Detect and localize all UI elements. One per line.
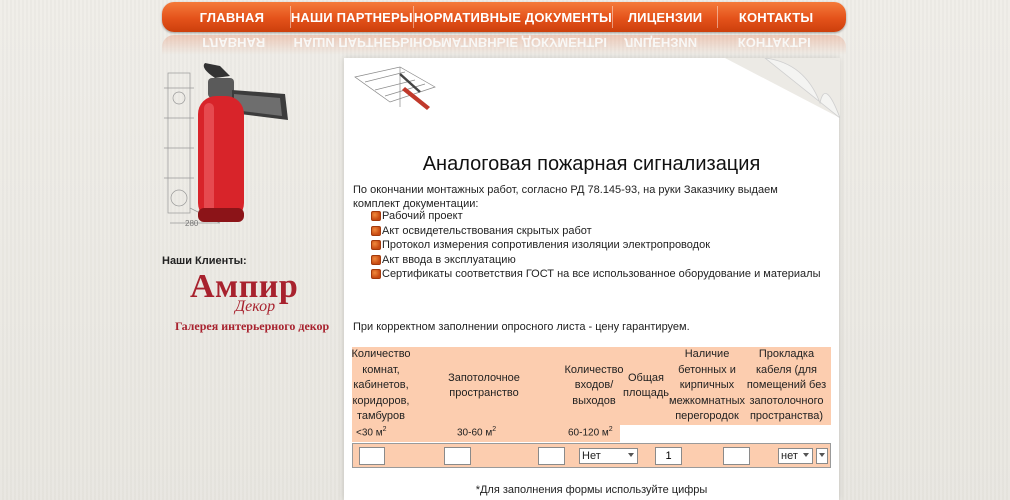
nav-reflect-partners: НАШИ ПАРТНЕРЫ [293,35,413,50]
area-range-1: <30 м2 [356,426,387,439]
document-item-label: Сертификаты соответствия ГОСТ на все исп… [382,268,821,281]
partitions-count-input[interactable] [655,447,682,465]
chevron-down-icon [803,453,809,457]
area-30-60-input[interactable] [444,447,471,465]
cable-laying-select-value: нет [781,450,798,462]
bullet-icon [371,254,381,265]
bullet-icon [371,240,381,251]
area-60-120-input[interactable] [538,447,565,465]
ceiling-space-select[interactable]: Нет [579,448,638,464]
document-item-label: Акт освидетельствования скрытых работ [382,224,592,237]
nav-reflect-home: ГЛАВНАЯ [202,35,266,50]
bullet-icon [371,269,381,280]
list-item: Рабочий проект [371,209,820,224]
header-ceiling-space: Запотолочное пространство [448,371,520,400]
bullet-icon [371,225,381,236]
area-range-3: 60-120 м2 [568,426,613,439]
nav-reflect-docs: НОРМАТИВНЫЕ ДОКУМЕНТЫ [413,35,607,50]
extra-select[interactable] [816,448,828,464]
documents-list: Рабочий проект Акт освидетельствования с… [371,209,820,282]
nav-normative-docs[interactable]: НОРМАТИВНЫЕ ДОКУМЕНТЫ [414,10,612,25]
nav-partners[interactable]: НАШИ ПАРТНЕРЫ [291,10,413,25]
clients-label: Наши Клиенты: [162,255,247,267]
intro-text: По окончании монтажных работ, согласно Р… [353,184,778,210]
rooms-count-input[interactable] [359,447,385,465]
area-ranges-row: <30 м2 30-60 м2 60-120 м2 [352,425,620,442]
area-range-2: 30-60 м2 [457,426,497,439]
document-item-label: Протокол измерения сопротивления изоляци… [382,239,711,252]
logo-sub-text: Декор [235,298,276,315]
header-cable-laying: Прокладка кабеля (для помещений без запо… [746,348,827,423]
drawing-dimension-label: 280 [185,219,199,228]
page-curl-decoration [725,58,840,118]
cable-laying-select[interactable]: нет [778,448,813,464]
total-area-input[interactable] [723,447,750,465]
form-inputs-row: Нет нет [352,443,831,468]
nav-home[interactable]: ГЛАВНАЯ [174,10,290,25]
nav-contacts[interactable]: КОНТАКТЫ [718,10,834,25]
client-logo-ampir-decor[interactable]: Ампир Декор Галерея интерьерного декор [175,268,329,338]
nav-reflect-contacts: КОНТАКТЫ [737,35,811,50]
list-item: Акт ввода в эксплуатацию [371,253,820,268]
questionnaire-form: Количество комнат, кабинетов, коридоров,… [351,347,831,468]
list-item: Акт освидетельствования скрытых работ [371,224,820,239]
header-total-area: Общая площадь [623,371,669,400]
guarantee-text: При корректном заполнении опросного лист… [353,321,690,333]
nav-licenses[interactable]: ЛИЦЕНЗИИ [613,10,717,25]
ceiling-space-select-value: Нет [582,450,601,462]
header-rooms-count: Количество комнат, кабинетов, коридоров,… [351,348,411,423]
document-item-label: Акт ввода в эксплуатацию [382,253,516,266]
logo-tagline: Галерея интерьерного декор [175,319,330,333]
chevron-down-icon [628,453,634,457]
form-header-row: Количество комнат, кабинетов, коридоров,… [351,347,831,425]
nav-reflect-licenses: ЛИЦЕНЗИИ [624,35,698,50]
nav-reflection: ГЛАВНАЯ НАШИ ПАРТНЕРЫ НОРМАТИВНЫЕ ДОКУМЕ… [162,35,846,57]
list-item: Протокол измерения сопротивления изоляци… [371,238,820,253]
engineering-sketch-icon [354,66,436,110]
main-nav: ГЛАВНАЯ НАШИ ПАРТНЕРЫ НОРМАТИВНЫЕ ДОКУМЕ… [162,2,846,32]
list-item: Сертификаты соответствия ГОСТ на все исп… [371,267,820,282]
document-item-label: Рабочий проект [382,210,463,223]
chevron-down-icon [819,453,825,457]
form-footnote: *Для заполнения формы используйте цифры [475,484,708,496]
fire-extinguisher-image: 280 [164,63,288,228]
header-entrances: Количество входов/ выходов [564,363,624,407]
page-title: Аналоговая пожарная сигнализация [422,153,761,175]
bullet-icon [371,211,381,222]
header-partitions: Наличие бетонных и кирпичных межкомнатны… [669,348,746,423]
